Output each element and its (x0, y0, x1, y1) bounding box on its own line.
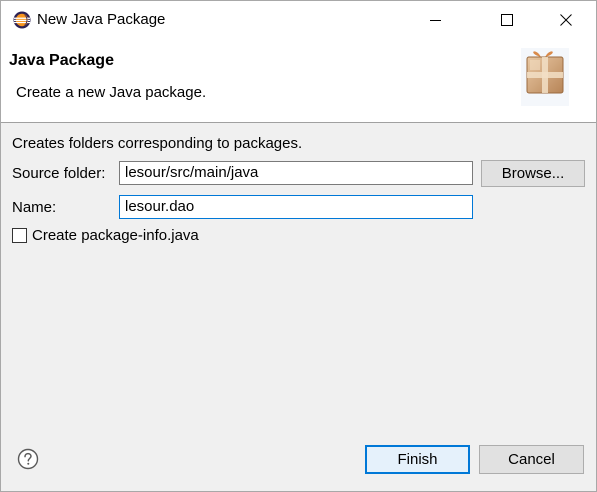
create-package-info-label[interactable]: Create package-info.java (32, 227, 199, 244)
source-folder-label: Source folder: (12, 165, 106, 182)
help-icon[interactable] (17, 448, 39, 470)
page-subtitle: Creates folders corresponding to package… (12, 135, 303, 152)
maximize-button[interactable] (484, 1, 530, 39)
source-folder-input[interactable]: lesour/src/main/java (119, 161, 473, 185)
close-button[interactable] (543, 1, 589, 39)
eclipse-icon (13, 11, 31, 29)
finish-button[interactable]: Finish (365, 445, 470, 474)
browse-button[interactable]: Browse... (481, 160, 585, 187)
close-icon (560, 14, 572, 26)
minimize-icon (430, 20, 441, 21)
name-label: Name: (12, 199, 57, 216)
title-bar[interactable]: New Java Package (1, 1, 596, 39)
create-package-info-checkbox[interactable] (12, 228, 27, 243)
wizard-description: Create a new Java package. (16, 84, 207, 101)
wizard-title: Java Package (9, 52, 114, 69)
package-wizard-icon (521, 48, 569, 106)
window-title: New Java Package (37, 11, 166, 28)
minimize-button[interactable] (413, 1, 459, 39)
cancel-button[interactable]: Cancel (479, 445, 584, 474)
package-name-input[interactable]: lesour.dao (119, 195, 473, 219)
new-java-package-dialog: New Java Package Java Package Create a n… (0, 0, 597, 492)
wizard-header: Java Package Create a new Java package. (1, 39, 596, 123)
maximize-icon (501, 14, 513, 26)
